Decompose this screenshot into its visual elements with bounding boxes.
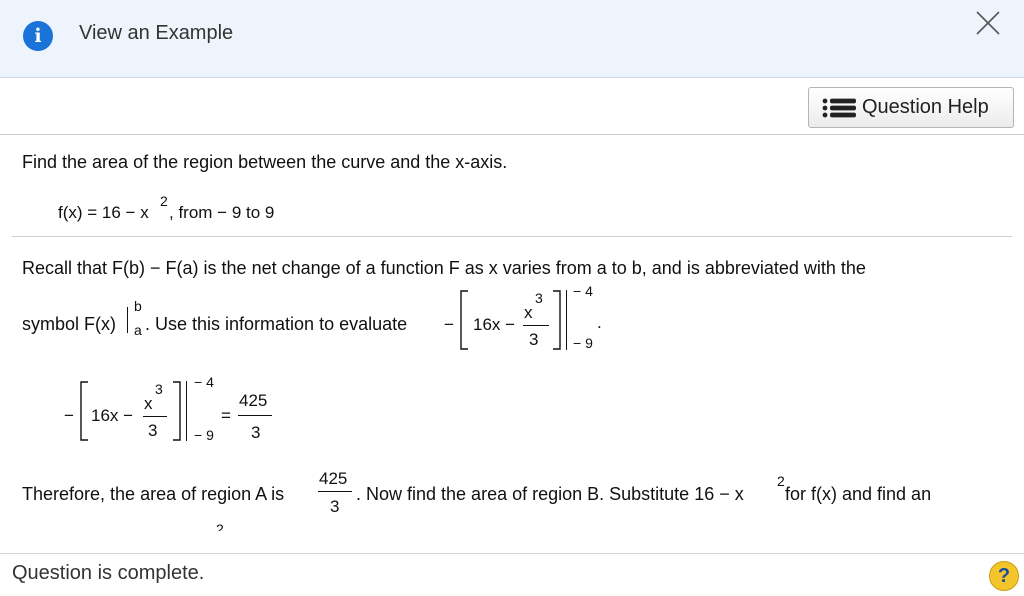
- fraction-bar: [143, 416, 167, 417]
- fraction-bar: [318, 491, 352, 492]
- lower-limit: − 9: [194, 427, 214, 443]
- expr-term: 16x −: [473, 315, 516, 334]
- expr-numerator: x: [144, 394, 153, 413]
- area-numerator: 425: [319, 469, 348, 488]
- close-icon[interactable]: [975, 10, 1001, 36]
- eval-bar: [186, 381, 187, 441]
- conclusion-tail-end: for f(x) and find an: [785, 484, 932, 504]
- left-bracket: [80, 381, 88, 441]
- divider: [12, 236, 1012, 237]
- conclusion-exponent: 2: [777, 473, 785, 489]
- minus-sign: −: [444, 315, 454, 334]
- fraction-bar: [523, 325, 549, 326]
- equals-sign: =: [221, 406, 231, 425]
- help-icon[interactable]: ?: [989, 561, 1019, 591]
- status-text: Question is complete.: [12, 562, 205, 584]
- upper-limit: − 4: [573, 283, 593, 299]
- view-example-link[interactable]: View an Example: [79, 22, 233, 45]
- area-denominator: 3: [330, 497, 340, 516]
- function-exponent: 2: [160, 193, 168, 209]
- range-text: , from − 9 to 9: [169, 203, 275, 222]
- top-bar: i View an Example: [0, 0, 1024, 78]
- question-prompt: Find the area of the region between the …: [22, 152, 508, 172]
- list-icon: [822, 98, 856, 118]
- footer-divider: [0, 553, 1024, 554]
- function-text: f(x) = 16 − x: [58, 203, 149, 222]
- info-icon[interactable]: i: [23, 21, 53, 51]
- eval-bar: [566, 290, 567, 350]
- symbol-upper: b: [134, 298, 142, 314]
- left-bracket: [460, 290, 468, 350]
- use-text: . Use this information to evaluate: [145, 314, 408, 334]
- expr-numerator: x: [524, 303, 533, 322]
- expr-term: 16x −: [91, 406, 134, 425]
- question-help-label: Question Help: [862, 96, 989, 118]
- minus-sign: −: [64, 406, 74, 425]
- divider: [0, 134, 1024, 135]
- eval-bar: [127, 307, 128, 333]
- recall-text: Recall that F(b) − F(a) is the net chang…: [22, 258, 866, 278]
- answer-numerator: 425: [239, 391, 268, 410]
- lower-limit: − 9: [573, 335, 593, 351]
- fraction-bar: [238, 415, 272, 416]
- expr-numerator-exp: 3: [535, 290, 543, 306]
- symbol-lower: a: [134, 322, 142, 338]
- expr-numerator-exp: 3: [155, 381, 163, 397]
- clipped-line: 2: [0, 521, 1024, 531]
- symbol-prefix: symbol F(x): [22, 314, 116, 334]
- expr-denominator: 3: [529, 330, 539, 349]
- clipped-exponent: 2: [216, 521, 224, 531]
- expr-denominator: 3: [148, 421, 158, 440]
- answer-denominator: 3: [251, 423, 261, 442]
- question-help-button[interactable]: Question Help: [808, 87, 1014, 128]
- upper-limit: − 4: [194, 374, 214, 390]
- right-bracket: [173, 381, 181, 441]
- conclusion-lead: Therefore, the area of region A is: [22, 484, 285, 504]
- conclusion-tail: . Now find the area of region B. Substit…: [356, 484, 744, 504]
- period: .: [597, 313, 602, 332]
- right-bracket: [553, 290, 561, 350]
